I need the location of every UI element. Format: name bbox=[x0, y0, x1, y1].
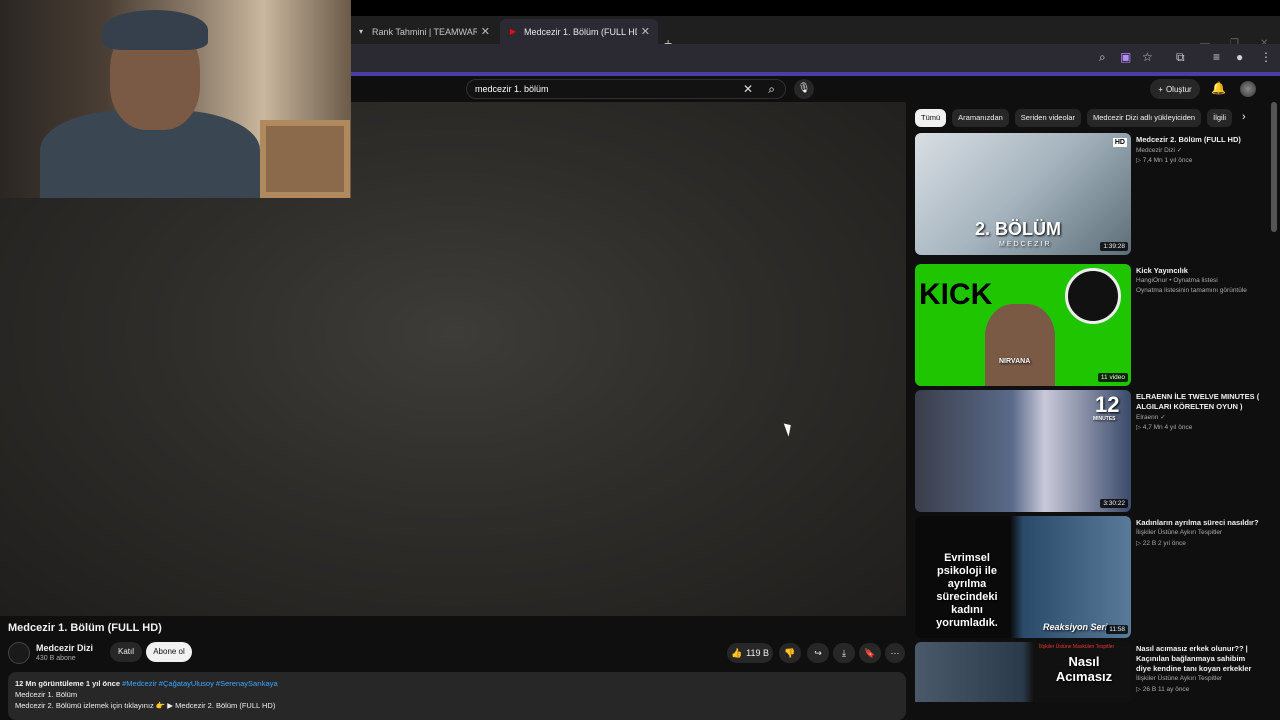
video-thumbnail[interactable]: 2. BÖLÜM MEDCEZIR HD 1:39:28 bbox=[915, 133, 1131, 255]
like-button[interactable]: 👍 119 B bbox=[727, 643, 773, 663]
save-button[interactable]: 🔖 bbox=[859, 643, 881, 663]
search-icon[interactable]: ⌕ bbox=[768, 82, 775, 97]
hd-badge: HD bbox=[1112, 138, 1127, 147]
close-tab-icon[interactable]: ✕ bbox=[641, 25, 650, 38]
video-title: Medcezir 1. Bölüm (FULL HD) bbox=[8, 622, 162, 634]
more-actions-button[interactable]: ⋯ bbox=[885, 643, 905, 663]
plus-icon: + bbox=[1158, 84, 1163, 94]
obs-logo-icon bbox=[1065, 268, 1121, 324]
rec-channel[interactable]: Medcezir Dizi ✓ bbox=[1136, 146, 1182, 154]
recommendation-item[interactable]: KICK NIRVANA 11 video Kick Yayıncılık Ha… bbox=[915, 264, 1265, 386]
chip-all[interactable]: Tümü bbox=[915, 109, 947, 127]
download-icon: ⤓ bbox=[842, 647, 846, 658]
bookmark-star-icon[interactable]: ☆ bbox=[1142, 50, 1153, 64]
tab-rank-tahmini[interactable]: ▾ Rank Tahmini | TEAMWARS ✕ bbox=[348, 19, 498, 44]
avatar[interactable] bbox=[1240, 81, 1256, 97]
description-line: Medcezir 2. Bölümü izlemek için tıklayın… bbox=[15, 701, 276, 710]
sidebar-scrollbar[interactable] bbox=[1271, 102, 1277, 232]
profile-icon[interactable]: ● bbox=[1236, 50, 1243, 64]
chevron-right-icon[interactable]: › bbox=[1242, 111, 1246, 123]
mouse-cursor-icon bbox=[783, 421, 795, 437]
rec-title[interactable]: Medcezir 2. Bölüm (FULL HD) bbox=[1136, 135, 1261, 145]
thumbs-down-icon: 👎 bbox=[784, 647, 796, 658]
clear-search-icon[interactable]: ✕ bbox=[743, 82, 753, 96]
shield-favicon-icon: ▾ bbox=[358, 27, 363, 36]
subscribe-button[interactable]: Abone ol bbox=[146, 642, 192, 662]
channel-avatar[interactable] bbox=[8, 642, 30, 664]
view-stats: 12 Mn görüntüleme 1 yıl önce bbox=[15, 679, 121, 688]
video-thumbnail[interactable]: İlişkiler Üstüne Maskülen Tespitler Nası… bbox=[915, 642, 1131, 702]
media-control-icon[interactable]: ≡ bbox=[1213, 50, 1220, 64]
rec-meta: ▷ 26 B 11 ay önce bbox=[1136, 686, 1190, 693]
share-icon: ↪ bbox=[814, 647, 822, 658]
rec-title[interactable]: Kadınların ayrılma süreci nasıldır? bbox=[1136, 518, 1261, 528]
rec-title[interactable]: Nasıl acımasız erkek olunur?? | Kaçınıla… bbox=[1136, 644, 1261, 674]
filter-chips: Tümü Aramanızdan Seriden videolar Medcez… bbox=[915, 109, 1233, 129]
chip-from-search[interactable]: Aramanızdan bbox=[952, 109, 1009, 127]
microphone-icon[interactable]: 🎙 bbox=[794, 79, 814, 99]
notifications-bell-icon[interactable]: 🔔 bbox=[1211, 81, 1226, 95]
rec-channel[interactable]: Elraenn ✓ bbox=[1136, 413, 1166, 421]
webcam-overlay bbox=[0, 0, 351, 198]
duration: 11:58 bbox=[1106, 625, 1128, 634]
playlist-count: 11 video bbox=[1097, 373, 1128, 382]
hashtags[interactable]: #Medcezir #ÇağatayUlusoy #SerenaySarıkay… bbox=[122, 679, 278, 688]
rec-meta: ▷ 4,7 Mn 4 yıl önce bbox=[1136, 424, 1193, 431]
duration: 1:39:28 bbox=[1100, 242, 1128, 251]
chip-uploader[interactable]: Medcezir Dizi adlı yükleyiciden bbox=[1086, 109, 1202, 127]
share-button[interactable]: ↪ bbox=[807, 643, 829, 663]
thumbs-up-icon: 👍 bbox=[730, 647, 743, 658]
create-button[interactable]: + Oluştur bbox=[1150, 79, 1200, 99]
close-tab-icon[interactable]: ✕ bbox=[481, 25, 490, 38]
search-input[interactable]: medcezir 1. bölüm ✕ ⌕ bbox=[466, 79, 786, 99]
download-button[interactable]: ⤓ bbox=[833, 643, 855, 663]
recommendation-item[interactable]: Evrimsel psikoloji ile ayrılma sürecinde… bbox=[915, 516, 1265, 638]
rec-channel[interactable]: HangiOnur • Oynatma listesi bbox=[1136, 277, 1218, 284]
dislike-button[interactable]: 👎 bbox=[779, 643, 801, 663]
extensions-puzzle-icon[interactable]: ⧉ bbox=[1176, 50, 1185, 65]
rec-channel[interactable]: İlişkiler Üstüne Aykırı Tespitler bbox=[1136, 675, 1222, 682]
rec-title[interactable]: ELRAENN İLE TWELVE MINUTES ( ALGILARI KÖ… bbox=[1136, 392, 1261, 412]
rec-meta: ▷ 7,4 Mn 1 yıl önce bbox=[1136, 157, 1193, 164]
zoom-icon[interactable]: ⌕ bbox=[1099, 50, 1106, 65]
video-thumbnail[interactable]: Evrimsel psikoloji ile ayrılma sürecinde… bbox=[915, 516, 1131, 638]
join-button[interactable]: Katıl bbox=[110, 642, 142, 662]
extension-icon[interactable]: ▣ bbox=[1120, 50, 1131, 64]
channel-name[interactable]: Medcezir Dizi bbox=[36, 643, 93, 653]
description-line: Medcezir 1. Bölüm bbox=[15, 690, 78, 699]
rec-meta: ▷ 22 B 2 yıl önce bbox=[1136, 540, 1186, 547]
rec-title[interactable]: Kick Yayıncılık bbox=[1136, 266, 1261, 276]
rec-meta[interactable]: Oynatma listesinin tamamını görüntüle bbox=[1136, 287, 1247, 294]
more-dots-icon: ⋯ bbox=[890, 647, 900, 658]
tab-medcezir[interactable]: ▶ Medcezir 1. Bölüm (FULL HD) - ✕ bbox=[500, 19, 658, 44]
video-thumbnail[interactable]: KICK NIRVANA 11 video bbox=[915, 264, 1131, 386]
chip-series[interactable]: Seriden videolar bbox=[1014, 109, 1081, 127]
rec-channel[interactable]: İlişkiler Üstüne Aykırı Tespitler bbox=[1136, 529, 1222, 536]
youtube-favicon-icon: ▶ bbox=[509, 27, 517, 36]
bookmark-icon: 🔖 bbox=[864, 647, 876, 658]
menu-dots-icon[interactable]: ⋮ bbox=[1260, 50, 1272, 64]
video-thumbnail[interactable]: 12 MINUTES 3:30:22 bbox=[915, 390, 1131, 512]
chip-related[interactable]: İlgili bbox=[1207, 109, 1233, 127]
duration: 3:30:22 bbox=[1100, 499, 1128, 508]
recommendation-item[interactable]: 2. BÖLÜM MEDCEZIR HD 1:39:28 Medcezir 2.… bbox=[915, 133, 1265, 255]
subscriber-count: 430 B abone bbox=[36, 655, 76, 662]
description-box[interactable]: 12 Mn görüntüleme 1 yıl önce #Medcezir #… bbox=[8, 672, 906, 720]
recommendation-item[interactable]: İlişkiler Üstüne Maskülen Tespitler Nası… bbox=[915, 642, 1265, 702]
recommendation-item[interactable]: 12 MINUTES 3:30:22 ELRAENN İLE TWELVE MI… bbox=[915, 390, 1265, 512]
